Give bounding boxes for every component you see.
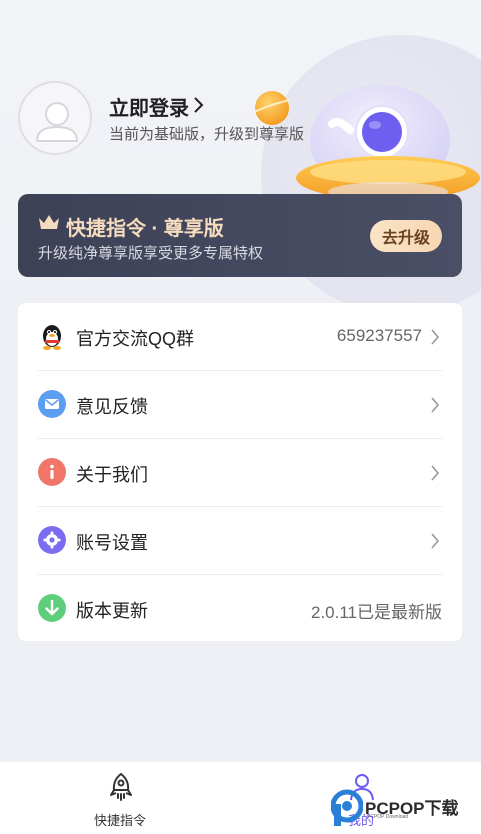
menu-item-feedback[interactable]: 意见反馈 [18, 371, 462, 439]
menu-item-about[interactable]: 关于我们 [18, 439, 462, 507]
tab-shortcuts[interactable]: 快捷指令 [60, 762, 180, 834]
mail-icon [38, 390, 66, 418]
chevron-right-icon [431, 329, 440, 345]
premium-card[interactable]: 快捷指令 · 尊享版 升级纯净尊享版享受更多专属特权 去升级 [18, 194, 462, 277]
menu-item-account-settings[interactable]: 账号设置 [18, 507, 462, 575]
premium-title: 快捷指令 · 尊享版 [66, 218, 224, 240]
upgrade-button[interactable]: 去升级 [370, 220, 442, 252]
download-arrow-icon [38, 594, 66, 622]
menu-item-label: 账号设置 [76, 533, 148, 553]
version-status: 2.0.11已是最新版 [310, 603, 442, 622]
profile-page: 立即登录 当前为基础版，升级到尊享版 快捷指令 · 尊享版 升级纯净尊享版享受更… [0, 0, 481, 834]
menu-item-label: 关于我们 [76, 465, 148, 485]
chevron-right-icon [431, 465, 440, 481]
chevron-right-icon [431, 533, 440, 549]
settings-menu: 官方交流QQ群 659237557 意见反馈 关于我们 账号设置 版本更新 2.… [18, 303, 462, 641]
pcpop-logo-icon [330, 789, 364, 826]
info-icon [38, 458, 66, 486]
avatar[interactable] [18, 81, 92, 155]
menu-item-label: 官方交流QQ群 [76, 329, 195, 349]
premium-subtitle: 升级纯净尊享版享受更多专属特权 [38, 245, 264, 262]
rocket-icon [110, 772, 132, 801]
user-placeholder-icon [35, 102, 79, 142]
astronaut-ufo-illustration [253, 85, 480, 202]
login-title[interactable]: 立即登录 [109, 92, 189, 121]
qq-penguin-icon [43, 325, 61, 350]
menu-item-qq-group[interactable]: 官方交流QQ群 659237557 [18, 303, 462, 371]
crown-icon [39, 215, 59, 229]
menu-item-label: 版本更新 [76, 601, 148, 621]
watermark-subtext: PCPOP Download [367, 814, 409, 820]
menu-item-version-update[interactable]: 版本更新 2.0.11已是最新版 [18, 575, 462, 643]
chevron-right-icon [431, 397, 440, 413]
watermark-logo: PCPOP下载 PCPOP Download [330, 788, 477, 828]
menu-item-label: 意见反馈 [76, 397, 148, 417]
gear-icon [38, 526, 66, 554]
chevron-right-icon[interactable] [192, 94, 206, 116]
qq-group-number: 659237557 [336, 326, 422, 345]
tab-label: 快捷指令 [93, 813, 146, 828]
